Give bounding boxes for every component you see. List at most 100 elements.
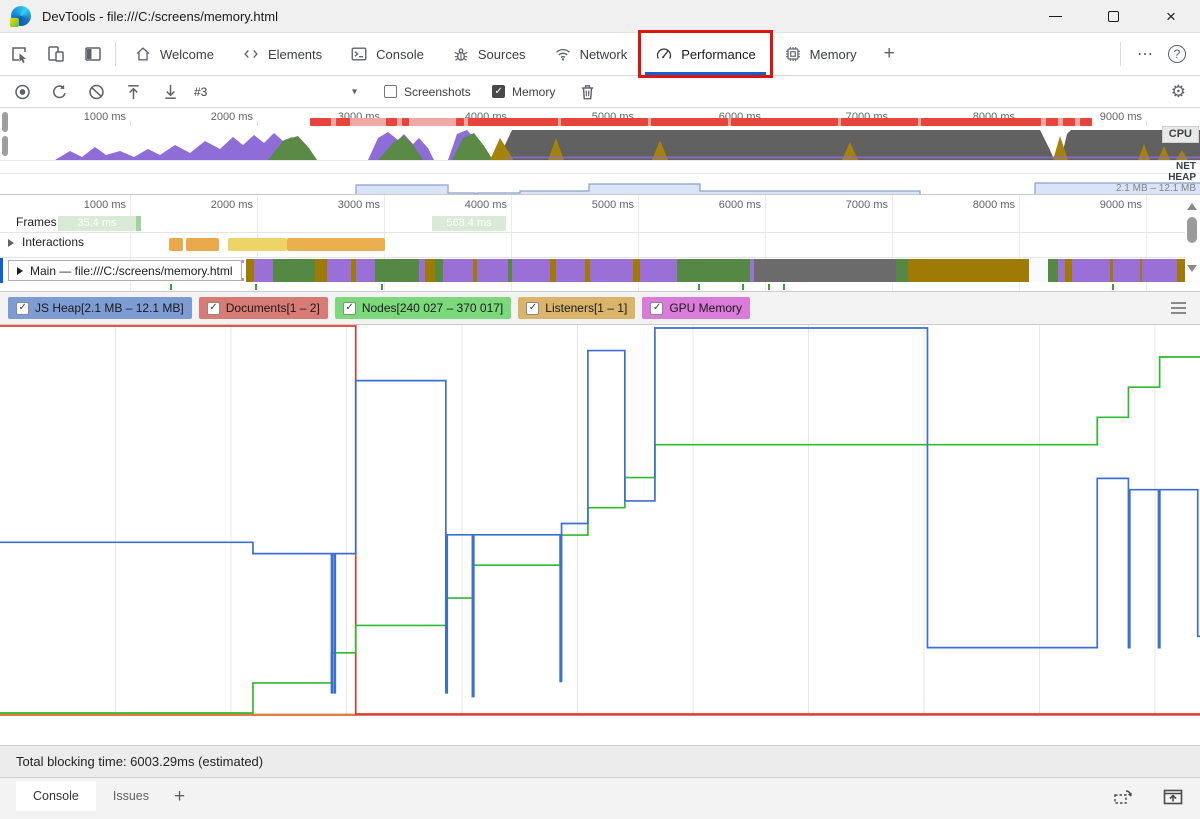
flame-segment[interactable] (273, 259, 315, 282)
close-icon: × (1166, 6, 1176, 26)
track-selection-indicator (0, 258, 3, 283)
total-blocking-time-bar: Total blocking time: 6003.29ms (estimate… (0, 745, 1200, 778)
flame-segment[interactable] (1048, 259, 1058, 282)
flame-segment[interactable] (327, 259, 351, 282)
counter-checkbox[interactable] (16, 301, 29, 315)
main-thread-track[interactable]: Main — file:///C:/screens/memory.html (0, 257, 1185, 283)
maximize-button[interactable] (1084, 0, 1142, 32)
memory-checkbox-row[interactable]: Memory (492, 85, 555, 99)
performance-toolbar: #3 ▾ Screenshots Memory ⚙ (0, 76, 1200, 108)
scroll-up-icon[interactable] (1187, 203, 1197, 210)
refresh-frame-icon[interactable] (1112, 787, 1134, 807)
flame-segment[interactable] (1142, 259, 1177, 282)
tab-console[interactable]: Console (336, 33, 438, 75)
flame-segment[interactable] (633, 259, 640, 282)
timeline-overview[interactable]: 1000 ms 2000 ms 3000 ms 4000 ms 5000 ms 6000 … (0, 108, 1200, 195)
flame-segment[interactable] (1065, 259, 1072, 282)
devtools-tab-bar: Welcome Elements Console Sources Network Perf… (0, 33, 1200, 76)
flame-segment[interactable] (590, 259, 633, 282)
close-button[interactable]: × (1142, 0, 1200, 32)
clear-button[interactable] (87, 82, 106, 101)
screenshots-checkbox-row[interactable]: Screenshots (384, 85, 471, 99)
flame-segment[interactable] (1058, 259, 1065, 282)
reload-button[interactable] (50, 82, 69, 101)
dock-side-icon[interactable] (74, 33, 111, 75)
counter-label: GPU Memory (669, 301, 743, 315)
device-emulation-icon[interactable] (37, 33, 74, 75)
tab-memory[interactable]: Memory (770, 33, 871, 75)
tab-label: Sources (477, 46, 526, 62)
flame-segment[interactable] (246, 259, 254, 282)
overview-time-label: 9000 ms (1099, 111, 1142, 123)
counter-checkbox[interactable] (650, 301, 664, 315)
tab-label: Memory (809, 46, 857, 62)
flame-segment[interactable] (425, 259, 435, 282)
flame-segment[interactable] (1072, 259, 1110, 282)
help-button[interactable]: ? (1168, 45, 1186, 63)
memory-counters-chart[interactable] (0, 325, 1200, 717)
scroll-down-icon[interactable] (1187, 265, 1197, 272)
counter-toggle-nodes[interactable]: Nodes[240 027 – 370 017] (334, 297, 512, 319)
track-time-label: 1000 ms (83, 199, 126, 211)
counter-toggle-documents[interactable]: Documents[1 – 2] (198, 297, 328, 319)
flame-segment[interactable] (356, 259, 375, 282)
expand-panel-icon[interactable] (1162, 787, 1184, 807)
memory-checkbox[interactable] (492, 85, 505, 98)
load-profile-button[interactable] (124, 82, 143, 101)
counter-toggle-gpu-memory[interactable]: GPU Memory (642, 297, 751, 319)
flame-segment[interactable] (1029, 259, 1048, 282)
scroll-thumb[interactable] (1187, 217, 1197, 243)
long-task-bar (310, 118, 331, 126)
main-expand-icon[interactable] (17, 266, 23, 275)
tab-elements[interactable]: Elements (228, 33, 336, 75)
flame-segment[interactable] (477, 259, 508, 282)
overflow-menu-button[interactable]: ⋯ (1125, 44, 1166, 64)
settings-gear-icon[interactable]: ⚙ (1171, 82, 1186, 102)
flame-segment[interactable] (896, 259, 908, 282)
screenshots-checkbox[interactable] (384, 85, 397, 98)
tab-sources[interactable]: Sources (438, 33, 540, 75)
bug-icon (452, 45, 470, 63)
flame-segment[interactable] (908, 259, 1029, 282)
more-tools-button[interactable]: + (871, 33, 908, 75)
flame-segment[interactable] (1113, 259, 1140, 282)
legend-menu-icon[interactable] (1171, 302, 1186, 314)
drawer-tab-console[interactable]: Console (16, 781, 96, 811)
interactions-expand-icon[interactable] (8, 239, 14, 247)
flame-segment[interactable] (435, 259, 443, 282)
flame-segment[interactable] (1177, 259, 1185, 282)
flame-segment[interactable] (315, 259, 327, 282)
save-profile-button[interactable] (161, 82, 180, 101)
counter-checkbox[interactable] (342, 301, 356, 315)
session-dropdown[interactable]: ▾ (352, 86, 357, 97)
flame-segment[interactable] (556, 259, 585, 282)
flame-segment[interactable] (254, 259, 273, 282)
trash-button[interactable] (578, 82, 597, 101)
inspect-icon[interactable] (0, 33, 37, 75)
frames-track-label[interactable]: Frames (16, 215, 57, 229)
tab-performance[interactable]: Performance (641, 33, 770, 75)
counter-checkbox[interactable] (206, 301, 220, 315)
long-task-bar (1080, 118, 1092, 126)
flame-segment[interactable] (677, 259, 750, 282)
flame-segment[interactable] (443, 259, 473, 282)
main-track-label-box[interactable]: Main — file:///C:/screens/memory.html (8, 260, 242, 281)
net-strip-label: NET (1176, 161, 1196, 172)
drawer-tab-issues[interactable]: Issues (96, 781, 166, 811)
tab-network[interactable]: Network (540, 33, 642, 75)
drawer-add-tab-button[interactable]: + (174, 786, 185, 808)
interactions-track-label[interactable]: Interactions (22, 235, 84, 249)
tracks-scrollbar[interactable] (1185, 195, 1200, 291)
counter-toggle-js-heap[interactable]: JS Heap[2.1 MB – 12.1 MB] (8, 297, 192, 319)
counter-toggle-listeners[interactable]: Listeners[1 – 1] (518, 297, 636, 319)
flame-segment[interactable] (754, 259, 896, 282)
counter-checkbox[interactable] (526, 301, 540, 315)
tab-welcome[interactable]: Welcome (120, 33, 228, 75)
record-button[interactable] (13, 82, 32, 101)
minimize-button[interactable] (1026, 0, 1084, 32)
window-title: DevTools - file:///C:/screens/memory.htm… (42, 8, 278, 24)
flame-segment[interactable] (512, 259, 550, 282)
flame-segment[interactable] (375, 259, 419, 282)
flame-segment[interactable] (640, 259, 677, 282)
track-time-label: 2000 ms (210, 199, 253, 211)
